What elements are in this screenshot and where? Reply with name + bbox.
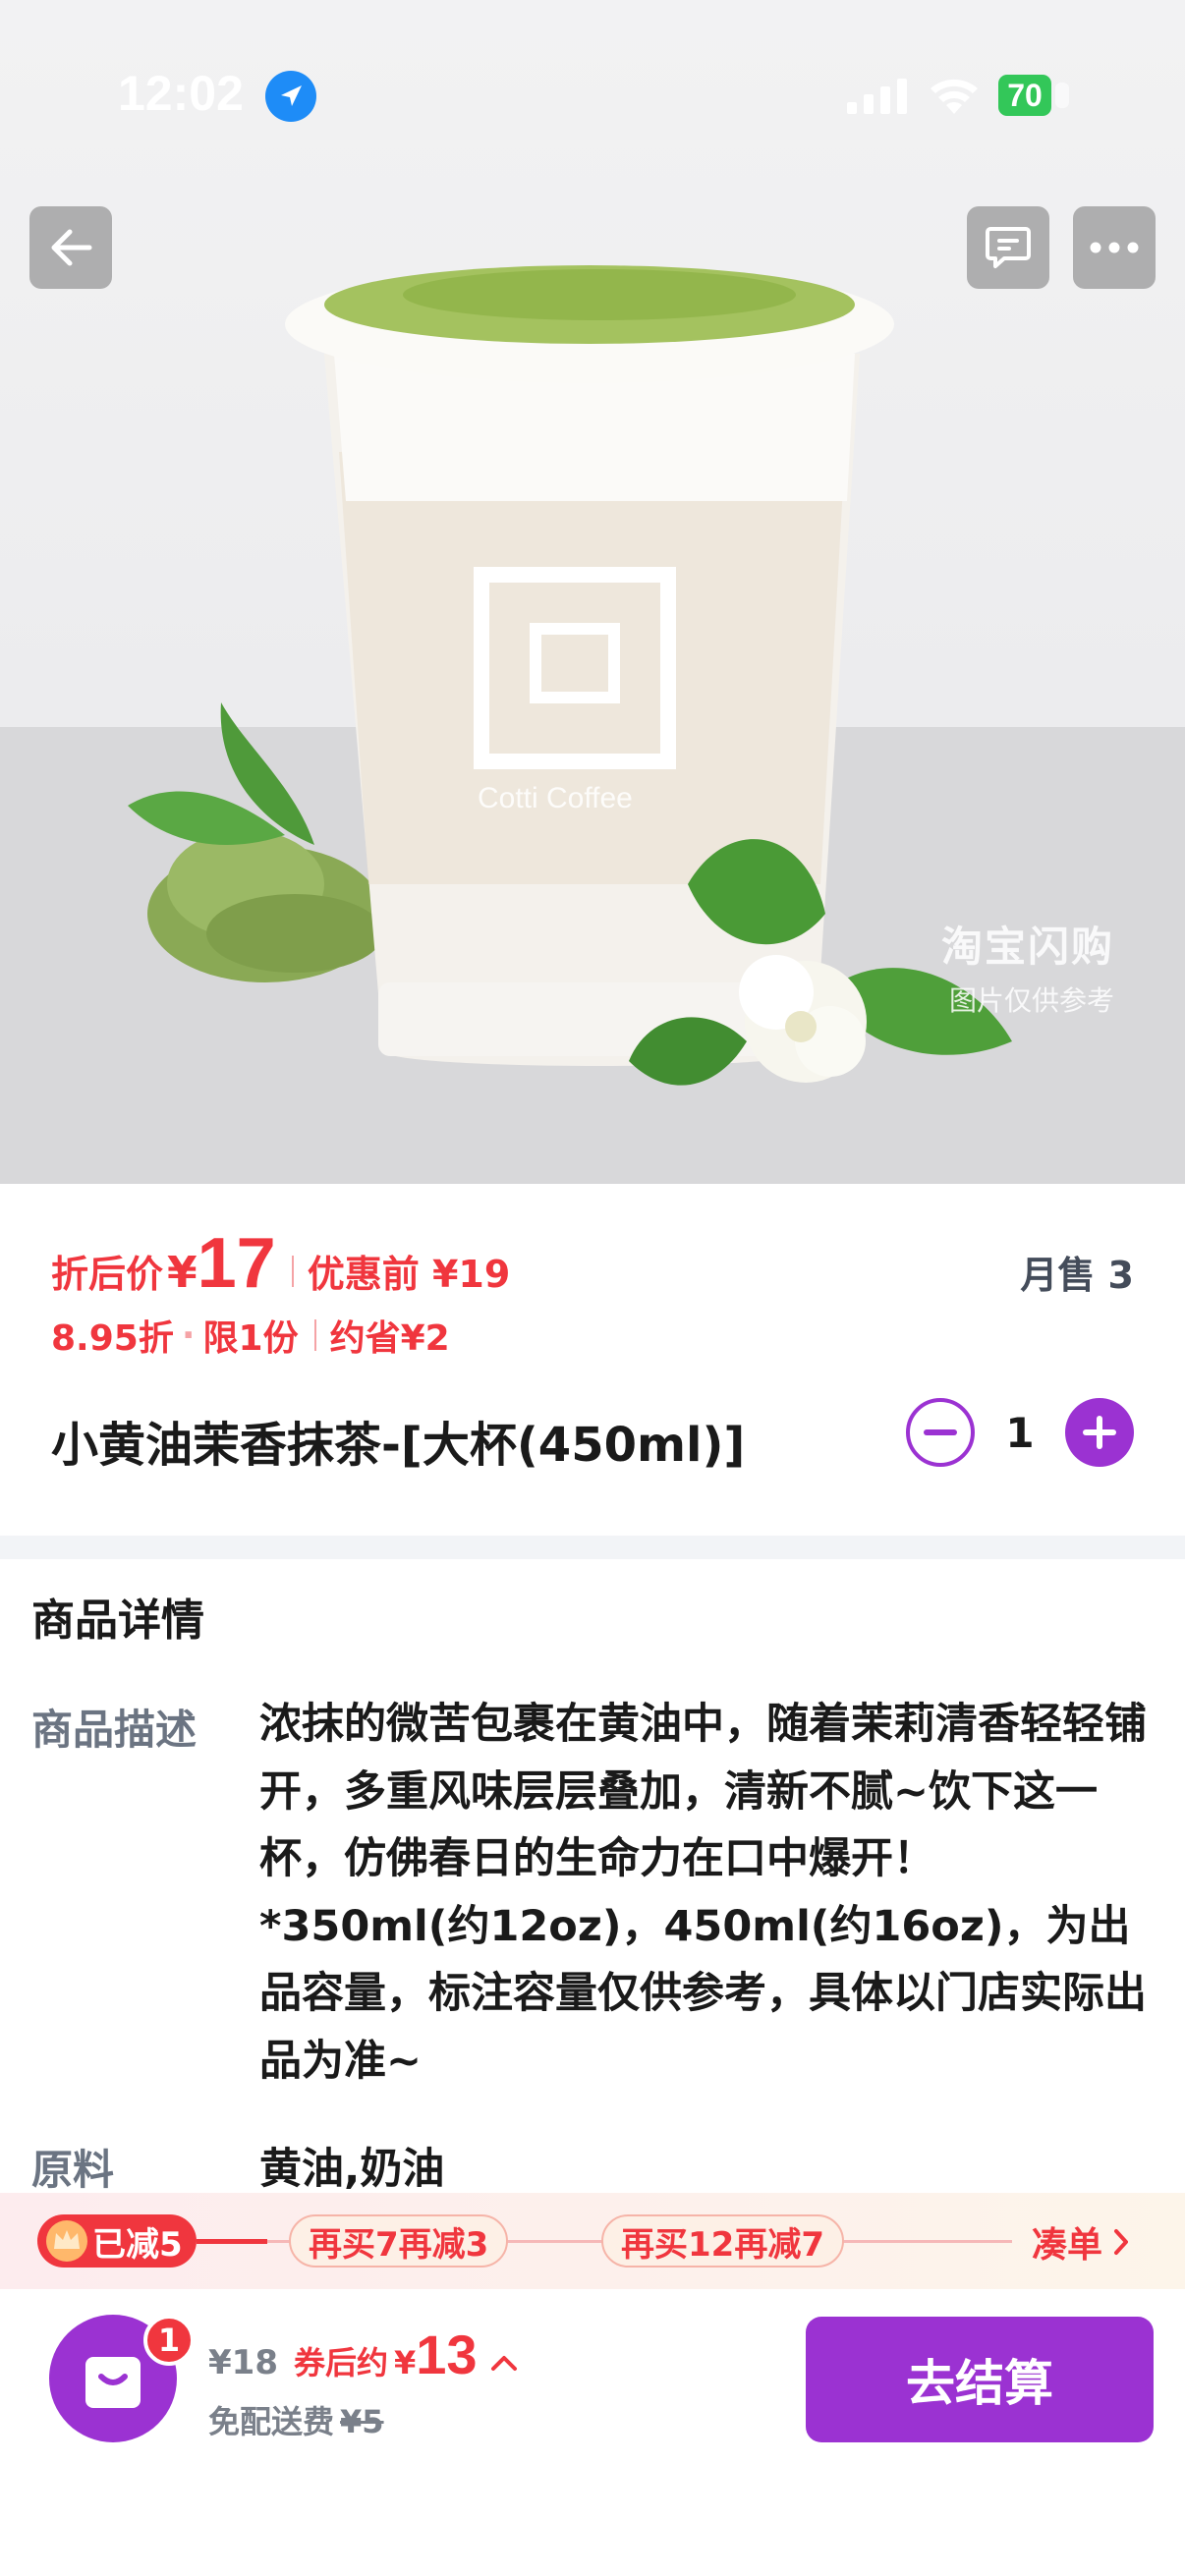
delivery-label: 免配送费 [208, 2403, 335, 2440]
price-currency: ¥ [167, 1248, 198, 1298]
wifi-icon [931, 79, 978, 114]
promo-reached-text: 已减5 [92, 2224, 183, 2265]
delivery-original-fee: ¥5 [340, 2403, 384, 2440]
signal-icon [847, 79, 907, 114]
image-watermark: 淘宝闪购 图片仅供参考 [941, 914, 1114, 1019]
ingredients-label: 原料 [31, 2146, 115, 2193]
promo-tier-1: 再买7再减3 [289, 2214, 509, 2268]
cart-count-badge: 1 [143, 2315, 195, 2366]
delivery-fee: 免配送费 ¥5 [208, 2397, 384, 2442]
add-on-text: 凑单 [1032, 2225, 1103, 2266]
discounted-price-label: 折后价 [51, 1253, 164, 1296]
final-currency: ¥ [394, 2344, 417, 2381]
description-text: 浓抹的微苦包裹在黄油中，随着茉莉清香轻轻铺开，多重风味层层叠加，清新不腻~饮下这… [259, 1700, 1147, 2086]
cup-brand-text: Cotti Coffee [478, 782, 633, 814]
details-title: 商品详情 [31, 1596, 204, 1646]
back-arrow-icon [51, 229, 92, 266]
price-section: 折后价 ¥ 17 优惠前 ¥19 月售 3 8.95折 · 限1份 约省¥2 小… [0, 1184, 1185, 1538]
minus-icon [924, 1429, 957, 1435]
savings: 约省¥2 [329, 1318, 450, 1359]
monthly-sales: 月售 3 [1020, 1254, 1134, 1297]
chevron-right-icon [1114, 2229, 1129, 2255]
checkout-bar: 1 ¥18 券后约 ¥ 13 免配送费 ¥5 去结算 [0, 2289, 1185, 2576]
chevron-up-icon [490, 2356, 517, 2371]
discount-dot: · [181, 1315, 196, 1356]
back-button[interactable] [29, 206, 112, 289]
product-title: 小黄油茉香抹茶-[大杯(450ml)] [51, 1418, 746, 1473]
watermark-note: 图片仅供参考 [949, 984, 1115, 1017]
quantity-value: 1 [1005, 1408, 1035, 1457]
price-divider [291, 1256, 294, 1287]
location-arrow-icon [265, 71, 316, 122]
original-total: ¥18 [208, 2343, 278, 2382]
price-line: 折后价 ¥ 17 优惠前 ¥19 [51, 1223, 510, 1304]
shopping-bag-icon [85, 2357, 141, 2408]
section-divider [0, 1536, 1185, 1559]
status-bar: 12:02 70 [0, 0, 1185, 122]
discount-divider [313, 1319, 316, 1351]
product-image[interactable]: Cotti Coffee 淘宝闪购 图片仅供参考 12:02 70 [0, 0, 1185, 1184]
quantity-stepper: 1 [906, 1398, 1134, 1467]
status-time: 12:02 [118, 66, 244, 121]
discount-rate: 8.95折 [51, 1318, 174, 1359]
promo-reached-badge: 已减5 [37, 2214, 197, 2268]
original-price: 优惠前 ¥19 [307, 1253, 511, 1296]
coupon-label: 券后约 [293, 2344, 388, 2381]
increase-button[interactable] [1065, 1398, 1134, 1467]
crown-icon [46, 2220, 87, 2262]
price-summary[interactable]: ¥18 券后约 ¥ 13 [208, 2323, 519, 2386]
more-button[interactable] [1073, 206, 1156, 289]
discount-info: 8.95折 · 限1份 约省¥2 [51, 1310, 450, 1361]
promo-tier-2: 再买12再减7 [601, 2214, 844, 2268]
battery-percent: 70 [1007, 78, 1043, 113]
chat-button[interactable] [967, 206, 1049, 289]
description-label: 商品描述 [31, 1706, 198, 1754]
watermark-title: 淘宝闪购 [941, 923, 1115, 971]
battery-cap [1055, 83, 1069, 108]
promo-track-progress [197, 2239, 267, 2244]
add-on-link[interactable]: 凑单 [1032, 2216, 1132, 2268]
ingredients-text: 黄油,奶油 [259, 2145, 445, 2193]
chat-icon [986, 227, 1031, 268]
more-icon [1090, 242, 1139, 253]
promo-progress-bar[interactable]: 已减5 再买7再减3 再买12再减7 凑单 [0, 2193, 1185, 2289]
discounted-price: 17 [197, 1224, 276, 1303]
product-details: 商品详情 商品描述 浓抹的微苦包裹在黄油中，随着茉莉清香轻轻铺开，多重风味层层叠… [0, 1559, 1185, 2193]
plus-icon [1083, 1416, 1116, 1449]
checkout-button[interactable]: 去结算 [806, 2317, 1154, 2442]
final-total: 13 [416, 2324, 478, 2385]
purchase-limit: 限1份 [202, 1318, 299, 1359]
battery-icon: 70 [998, 75, 1073, 116]
decrease-button[interactable] [906, 1398, 975, 1467]
